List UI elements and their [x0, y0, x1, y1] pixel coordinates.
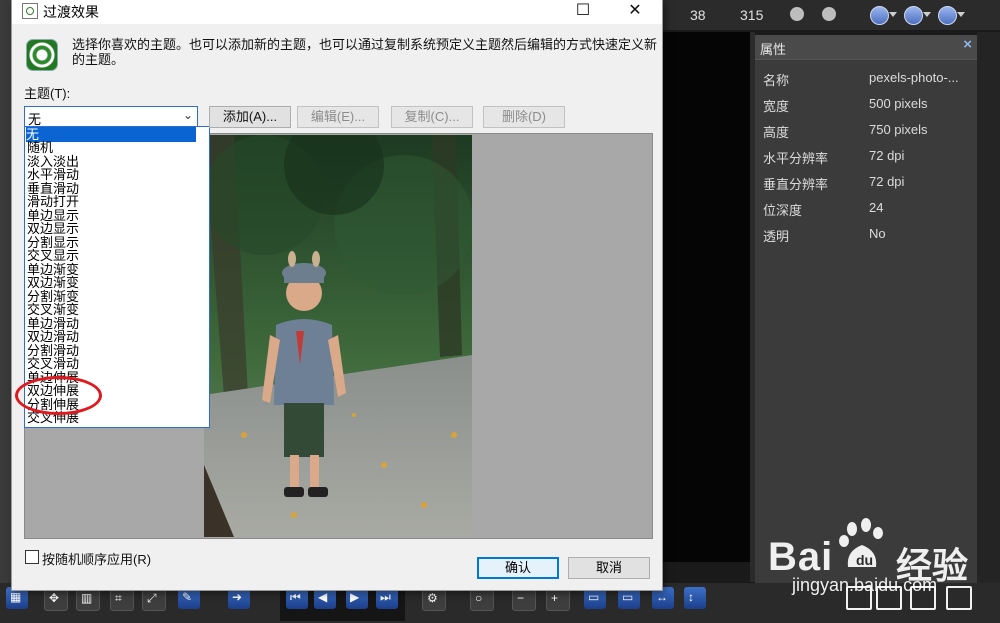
- settings-icon[interactable]: ⚙: [422, 587, 446, 611]
- intro-text: 选择你喜欢的主题。也可以添加新的主题，也可以通过复制系统预定义主题然后编辑的方式…: [72, 37, 658, 67]
- copy-button[interactable]: 复制(C)...: [391, 106, 473, 128]
- image-canvas: [662, 32, 750, 562]
- toolbar-dot-button[interactable]: [790, 7, 804, 21]
- export-icon[interactable]: ➜: [228, 587, 250, 609]
- property-row: 名称 pexels-photo-...: [755, 65, 977, 91]
- property-row: 高度 750 pixels: [755, 117, 977, 143]
- transition-effects-dialog: 过渡效果 ☐ ✕ 选择你喜欢的主题。也可以添加新的主题，也可以通过复制系统预定义…: [12, 0, 662, 590]
- property-value: 24: [869, 200, 884, 215]
- grid-icon[interactable]: ▦: [6, 587, 28, 609]
- property-value: pexels-photo-...: [869, 70, 959, 85]
- property-value: 72 dpi: [869, 148, 905, 163]
- edit-icon[interactable]: ✎: [178, 587, 200, 609]
- paw-logo-icon: du: [839, 518, 883, 568]
- property-key: 水平分辨率: [763, 151, 829, 166]
- crop-icon[interactable]: ⌗: [110, 587, 134, 611]
- fit-icon[interactable]: ▭: [584, 587, 606, 609]
- property-key: 透明: [763, 229, 790, 244]
- properties-title: 属性: [760, 42, 787, 57]
- rotate-down-icon[interactable]: [938, 5, 966, 25]
- property-key: 位深度: [763, 203, 803, 218]
- next-icon[interactable]: ▶: [346, 587, 368, 609]
- property-key: 垂直分辨率: [763, 177, 829, 192]
- fit-width-icon[interactable]: ↔: [652, 587, 674, 609]
- previous-icon[interactable]: ◀: [314, 587, 336, 609]
- add-button[interactable]: 添加(A)...: [209, 106, 291, 128]
- properties-panel: 属性 × 名称 pexels-photo-... 宽度 500 pixels 高…: [755, 35, 977, 583]
- highlight-ring-annotation: [15, 376, 102, 415]
- delete-button[interactable]: 删除(D): [483, 106, 565, 128]
- zoom-out-icon[interactable]: −: [512, 587, 536, 611]
- property-key: 名称: [763, 73, 790, 88]
- panel-edge: [977, 32, 1000, 587]
- move-icon[interactable]: ✥: [44, 587, 68, 611]
- watermark-url: jingyan.baidu.com: [792, 575, 938, 595]
- property-value: 72 dpi: [869, 174, 905, 189]
- random-order-checkbox[interactable]: [25, 550, 39, 564]
- close-icon[interactable]: ✕: [612, 0, 658, 24]
- property-value: No: [869, 226, 886, 241]
- cancel-button[interactable]: 取消: [568, 557, 650, 579]
- ok-button[interactable]: 确认: [477, 557, 559, 579]
- theme-combobox[interactable]: 无 ⌄: [24, 106, 198, 128]
- property-row: 位深度 24: [755, 195, 977, 221]
- zoom-icon[interactable]: ○: [470, 587, 494, 611]
- property-value: 500 pixels: [869, 96, 928, 111]
- property-row: 透明 No: [755, 221, 977, 247]
- property-key: 宽度: [763, 99, 790, 114]
- maximize-icon[interactable]: ☐: [560, 0, 606, 24]
- property-row: 水平分辨率 72 dpi: [755, 143, 977, 169]
- dialog-titlebar: 过渡效果 ☐ ✕: [12, 0, 662, 24]
- app-left-strip: [0, 0, 12, 590]
- dialog-title: 过渡效果: [43, 4, 99, 20]
- property-value: 750 pixels: [869, 122, 928, 137]
- rotate-mid-icon[interactable]: [904, 5, 932, 25]
- histogram-icon[interactable]: ▥: [76, 587, 100, 611]
- last-icon[interactable]: ⏭: [376, 587, 398, 609]
- property-row: 宽度 500 pixels: [755, 91, 977, 117]
- property-key: 高度: [763, 125, 790, 140]
- theme-logo-icon: [26, 39, 58, 71]
- toolbar-dot-button[interactable]: [822, 7, 836, 21]
- chevron-down-icon[interactable]: ⌄: [183, 108, 193, 122]
- actual-size-icon[interactable]: ▭: [618, 587, 640, 609]
- preview-photo: [204, 135, 472, 537]
- theme-label: 主题(T):: [24, 86, 71, 101]
- properties-header: 属性 ×: [755, 35, 977, 60]
- fit-height-icon[interactable]: ↕: [684, 587, 706, 609]
- rotate-up-icon[interactable]: [870, 5, 898, 25]
- property-row: 垂直分辨率 72 dpi: [755, 169, 977, 195]
- fullscreen-icon[interactable]: [946, 586, 972, 610]
- first-icon[interactable]: ⏮: [286, 587, 308, 609]
- app-icon: [22, 3, 38, 19]
- watermark-brand: Bai: [768, 535, 834, 579]
- svg-text:du: du: [856, 552, 873, 568]
- toolbar-value-2: 315: [740, 7, 764, 23]
- close-icon[interactable]: ×: [963, 36, 972, 53]
- zoom-in-icon[interactable]: +: [546, 587, 570, 611]
- edit-button[interactable]: 编辑(E)...: [297, 106, 379, 128]
- random-order-label[interactable]: 按随机顺序应用(R): [42, 549, 151, 568]
- toolbar-value-1: 38: [690, 7, 706, 23]
- resize-icon[interactable]: ⤢: [142, 587, 166, 611]
